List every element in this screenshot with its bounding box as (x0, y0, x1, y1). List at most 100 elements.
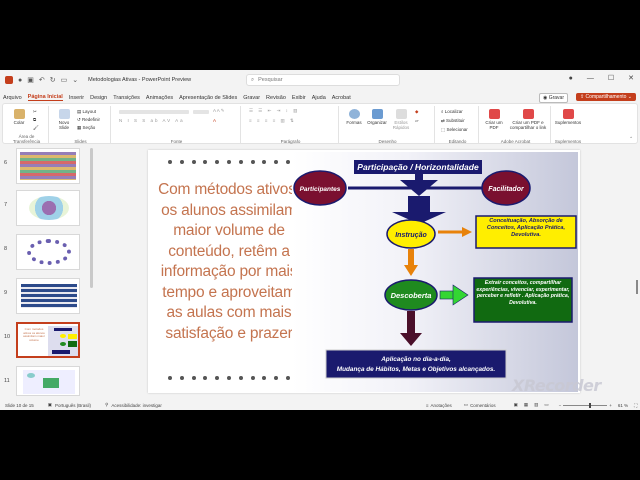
font-size-select[interactable] (193, 110, 209, 114)
tab-7[interactable]: Gravar (243, 95, 260, 101)
tab-3[interactable]: Design (90, 95, 107, 101)
slide-canvas[interactable]: Com métodos ativos, os alunos assimilam … (148, 150, 580, 393)
slide-thumbnail[interactable] (16, 190, 80, 226)
descoberta-box-fo: Extrair conceitos, compartilhar experiên… (476, 280, 569, 306)
spellcheck-icon[interactable]: ▣ (48, 402, 52, 408)
ribbon: Colar ✂ ⧉ 🖌 Área de Transferência Novo S… (2, 103, 638, 144)
thumbnails-scrollbar[interactable] (90, 148, 93, 288)
share-button[interactable]: ⇪ Compartilhamento ⌄ (575, 93, 636, 101)
create-pdf-label: Criar um PDF (485, 120, 503, 130)
select-button[interactable]: ⬚ Selecionar (441, 127, 468, 133)
quick-styles-button[interactable]: Estilos Rápidos (391, 109, 411, 130)
tab-8[interactable]: Revisão (266, 95, 286, 101)
slide-thumbnail[interactable] (16, 234, 80, 270)
comments-icon[interactable]: ▭ (464, 402, 468, 408)
arrow-shaft-large (408, 196, 430, 214)
tab-10[interactable]: Ajuda (312, 95, 326, 101)
slide-thumbnail[interactable] (16, 366, 80, 396)
decoration-dot (238, 376, 243, 380)
share-pdf-icon (522, 109, 534, 119)
find-button[interactable]: ⌕ Localizar (441, 109, 463, 114)
group-drawing: Formas Organizar Estilos Rápidos ◆ ▱ Des… (341, 106, 435, 144)
font-color-icon[interactable]: A (213, 118, 216, 123)
powerpoint-logo-icon (5, 76, 13, 84)
slide-thumbnail[interactable]: Com métodos ativos os alunos assimilam m… (16, 322, 80, 358)
save-icon[interactable]: ▣ (27, 76, 34, 84)
reset-button[interactable]: ↺ Redefinir (77, 117, 100, 123)
paste-button[interactable]: Colar (11, 109, 27, 125)
notes-icon[interactable]: ≡ (426, 403, 429, 408)
decoration-dot (250, 160, 255, 164)
decoration-dot (215, 376, 220, 380)
slide-text-box[interactable]: Com métodos ativos, os alunos assimilam … (158, 180, 300, 344)
format-painter-icon[interactable]: 🖌 (33, 125, 39, 131)
collapse-ribbon-icon[interactable]: ⌃ (629, 136, 633, 142)
share-pdf-button[interactable]: Criar um PDF e compartilhar o link (507, 109, 549, 130)
accessibility-status[interactable]: Acessibilidade: investigar (111, 403, 162, 408)
tab-2[interactable]: Inserir (69, 95, 84, 101)
tab-5[interactable]: Animações (146, 95, 173, 101)
layout-button[interactable]: ▤ Layout (77, 109, 96, 115)
shapes-button[interactable]: Formas (343, 109, 365, 125)
slide-thumbnail[interactable] (16, 148, 80, 184)
close-icon[interactable]: ✕ (628, 74, 634, 82)
tab-4[interactable]: Transições (113, 95, 140, 101)
copy-icon[interactable]: ⧉ (33, 117, 36, 122)
decoration-dot (285, 376, 290, 380)
account-icon[interactable]: ● (569, 75, 573, 82)
create-pdf-button[interactable]: Criar um PDF (483, 109, 505, 130)
shape-outline-icon[interactable]: ▱ (415, 118, 418, 124)
record-label: Gravar (548, 95, 564, 101)
paragraph-group-label: Parágrafo (280, 139, 301, 144)
zoom-in-icon[interactable]: + (609, 403, 612, 408)
fit-slide-icon[interactable]: ⛶ (634, 403, 637, 408)
tab-6[interactable]: Apresentação de Slides (179, 95, 237, 101)
font-size-buttons[interactable]: A A ✎ (213, 108, 225, 114)
maximize-icon[interactable]: ☐ (608, 74, 614, 82)
addins-group-label: Suplementos (554, 139, 582, 144)
zoom-slider-thumb[interactable] (589, 402, 592, 408)
view-buttons[interactable]: ▣▦▥▭ (514, 402, 555, 408)
powerpoint-window: ● ▣ ↶ ↻ ▭ ⌄ Metodologias Ativas - PowerP… (0, 70, 640, 410)
slide-thumbnail[interactable] (16, 278, 80, 314)
more-commands-icon[interactable]: ⌄ (72, 76, 78, 84)
new-slide-button[interactable]: Novo Slide (55, 109, 73, 130)
section-button[interactable]: ▦ Seção (77, 125, 95, 131)
replace-button[interactable]: ⇄ Substituir (441, 118, 465, 124)
zoom-level[interactable]: 61 % (618, 403, 628, 408)
arrow-down-mid (404, 265, 418, 276)
zoom-out-icon[interactable]: − (559, 403, 562, 408)
methodology-diagram[interactable]: Participação / Horizontalidade Participa… (292, 152, 578, 392)
shapes-icon (348, 109, 360, 119)
record-button[interactable]: ◉ Gravar (538, 93, 568, 103)
language-status[interactable]: Português (Brasil) (55, 403, 91, 408)
group-editing: ⌕ Localizar ⇄ Substituir ⬚ Selecionar Ed… (437, 106, 479, 144)
tab-0[interactable]: Arquivo (3, 95, 22, 101)
undo-icon[interactable]: ↶ (39, 76, 45, 84)
autosave-icon[interactable]: ● (18, 77, 22, 84)
cut-icon[interactable]: ✂ (33, 109, 37, 115)
zoom-slider[interactable] (563, 402, 608, 408)
instrucao-box-text: Conceituação, Absorção de Conceitos, Apl… (486, 218, 566, 238)
tab-1[interactable]: Página Inicial (27, 94, 63, 101)
slideshow-icon[interactable]: ▭ (61, 76, 68, 84)
quick-styles-label: Estilos Rápidos (392, 120, 410, 130)
slide-scrollbar-thumb[interactable] (636, 280, 638, 294)
thumbnail-number: 11 (4, 378, 10, 384)
redo-icon[interactable]: ↻ (50, 76, 56, 84)
tab-9[interactable]: Exibir (292, 95, 306, 101)
minimize-icon[interactable]: — (587, 75, 594, 82)
list-buttons[interactable]: ☰ ☰ ⇤ ⇥ ↕ ▥ (249, 108, 299, 114)
accessibility-icon[interactable]: ⚲ (105, 402, 108, 408)
search-input[interactable]: ⌕ Pesquisar (246, 74, 400, 86)
shape-fill-icon[interactable]: ◆ (415, 109, 418, 115)
arrow-shaft-mid (408, 249, 414, 267)
arrange-button[interactable]: Organizar (365, 109, 389, 125)
notes-button[interactable]: Anotações (431, 403, 452, 408)
font-family-select[interactable] (119, 110, 189, 114)
tab-11[interactable]: Acrobat (332, 95, 351, 101)
font-format-buttons[interactable]: N I S S ab AV Aa (119, 118, 185, 123)
addins-button[interactable]: Suplementos (554, 109, 582, 125)
align-buttons[interactable]: ≡ ≡ ≡ ≡ ▥ ⇅ (249, 118, 296, 124)
comments-button[interactable]: Comentários (470, 403, 496, 408)
